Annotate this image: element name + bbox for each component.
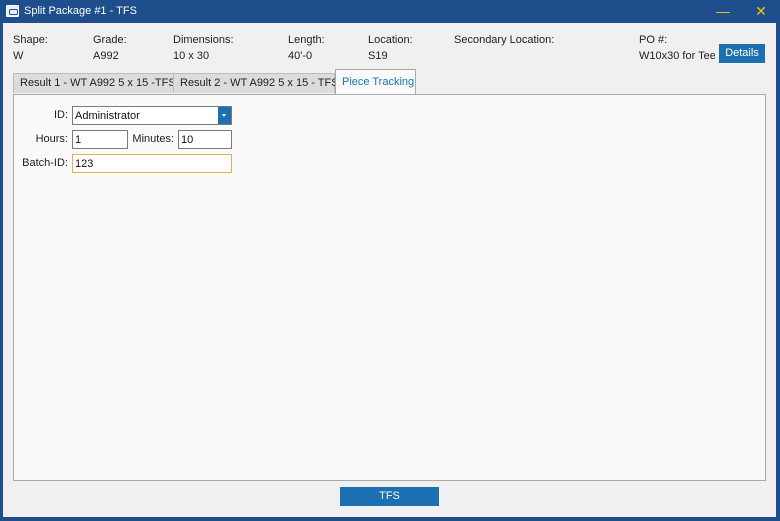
id-label: ID:: [53, 109, 68, 121]
shape-label: Shape:: [13, 34, 48, 46]
split-package-window: Split Package #1 - TFS — ✕ Shape: W Grad…: [0, 0, 780, 521]
dimensions-info: Dimensions: 10 x 30: [173, 34, 234, 66]
grade-label: Grade:: [93, 34, 127, 46]
secondary-location-label: Secondary Location:: [454, 34, 555, 46]
batch-id-input[interactable]: [72, 154, 232, 173]
secondary-location-value: [454, 50, 554, 66]
location-label: Location:: [368, 34, 413, 46]
batch-id-label: Batch-ID:: [22, 157, 68, 169]
location-value: S19: [368, 50, 388, 62]
dialog-body: Shape: W Grade: A992 Dimensions: 10 x 30…: [3, 23, 776, 517]
tab-piece-tracking[interactable]: Piece Tracking: [335, 69, 416, 94]
minimize-button[interactable]: —: [709, 2, 737, 21]
app-icon: [6, 5, 19, 17]
tfs-button[interactable]: TFS: [340, 487, 439, 506]
length-label: Length:: [288, 34, 325, 46]
tab-result-2[interactable]: Result 2 - WT A992 5 x 15 - TFS: [173, 73, 339, 93]
hours-label: Hours:: [35, 133, 68, 145]
window-title: Split Package #1 - TFS: [24, 5, 137, 17]
po-value: W10x30 for Tees: [639, 50, 715, 62]
close-button[interactable]: ✕: [747, 2, 775, 21]
details-button[interactable]: Details: [719, 44, 765, 63]
dimensions-value: 10 x 30: [173, 50, 210, 62]
length-info: Length: 40'-0: [288, 34, 325, 66]
shape-info: Shape: W: [13, 34, 48, 66]
title-bar[interactable]: Split Package #1 - TFS — ✕: [0, 0, 780, 23]
id-dropdown[interactable]: Administrator: [72, 106, 232, 125]
grade-info: Grade: A992: [93, 34, 127, 66]
length-value: 40'-0: [288, 50, 313, 62]
shape-value: W: [13, 50, 24, 62]
tab-result-1[interactable]: Result 1 - WT A992 5 x 15 -TFS: [13, 73, 176, 93]
piece-tracking-panel: ID: Administrator Hours: Minutes: Batch-…: [13, 94, 766, 481]
po-label: PO #:: [639, 34, 668, 46]
chevron-down-icon[interactable]: [218, 107, 231, 124]
id-dropdown-value: Administrator: [75, 110, 140, 122]
hours-input[interactable]: [72, 130, 128, 149]
secondary-location-info: Secondary Location:: [454, 34, 554, 66]
location-info: Location: S19: [368, 34, 413, 66]
grade-value: A992: [93, 50, 119, 62]
dimensions-label: Dimensions:: [173, 34, 234, 46]
minutes-label: Minutes:: [132, 133, 174, 145]
po-info: PO #: W10x30 for Tees: [639, 34, 715, 66]
minutes-input[interactable]: [178, 130, 232, 149]
